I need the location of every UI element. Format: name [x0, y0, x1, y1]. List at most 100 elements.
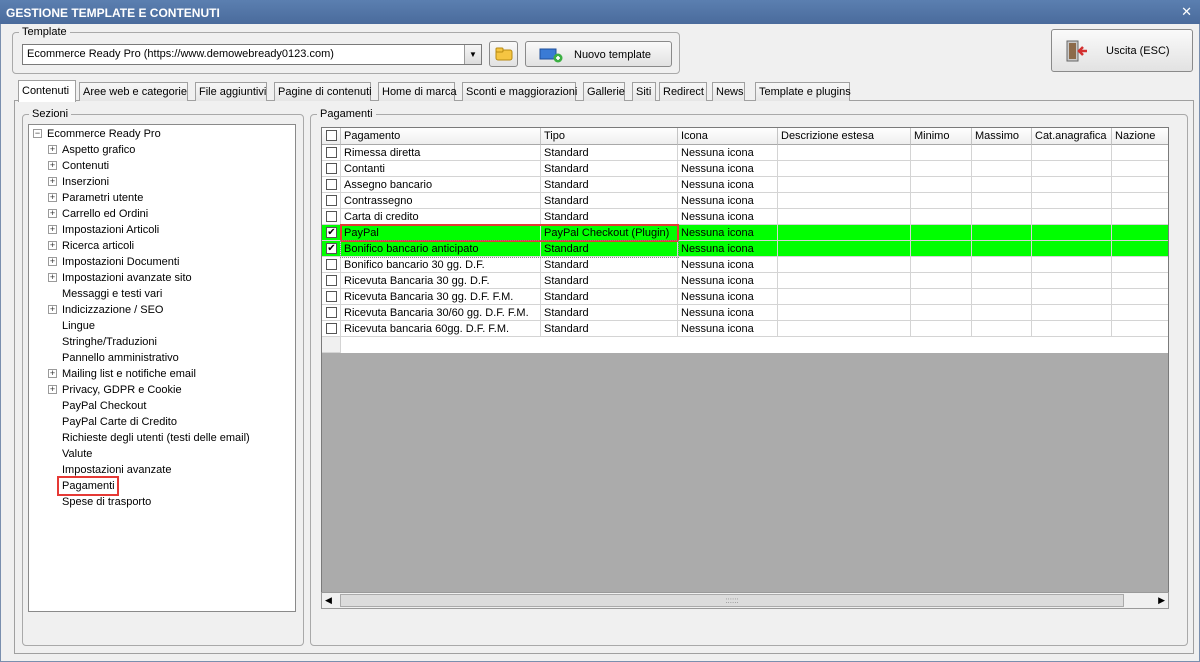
chevron-down-icon[interactable]: ▼ — [464, 45, 481, 64]
table-row[interactable]: Ricevuta Bancaria 30 gg. D.F. Standard Nes… — [322, 273, 1168, 289]
exit-door-icon — [1066, 40, 1087, 62]
cell-type: Standard — [541, 289, 678, 305]
table-row[interactable]: Bonifico bancario 30 gg. D.F. Standard Nes… — [322, 257, 1168, 273]
tree-item-label: Richieste degli utenti (testi delle emai… — [62, 432, 250, 444]
cell-empty — [778, 193, 911, 209]
table-row[interactable]: Ricevuta Bancaria 30 gg. D.F. F.M. Standa… — [322, 289, 1168, 305]
expand-icon[interactable]: + — [48, 177, 57, 186]
table-row[interactable]: Carta di credito Standard Nessuna icona — [322, 209, 1168, 225]
column-header[interactable]: Descrizione estesa — [778, 128, 911, 145]
row-checkbox[interactable] — [326, 195, 337, 206]
checkbox-icon[interactable] — [326, 130, 337, 141]
cell-payment: Rimessa diretta — [341, 145, 541, 161]
cell-empty — [911, 273, 972, 289]
close-icon[interactable]: ✕ — [1181, 4, 1192, 20]
row-checkbox-cell[interactable] — [322, 321, 341, 337]
select-all-checkbox[interactable] — [322, 128, 341, 145]
expand-icon[interactable]: + — [48, 273, 57, 282]
row-checkbox-cell[interactable]: ✔ — [322, 241, 341, 257]
cell-empty — [911, 209, 972, 225]
tab-template-plugins[interactable]: Template e plugins — [755, 82, 851, 101]
tab-redirect[interactable]: Redirect — [659, 82, 707, 101]
table-row[interactable]: Ricevuta Bancaria 30/60 gg. D.F. F.M. Sta… — [322, 305, 1168, 321]
row-checkbox-cell[interactable] — [322, 289, 341, 305]
expand-icon[interactable]: + — [48, 305, 57, 314]
expand-icon[interactable]: + — [48, 225, 57, 234]
table-row[interactable]: Contrassegno Standard Nessuna icona — [322, 193, 1168, 209]
expand-icon[interactable]: + — [48, 241, 57, 250]
tab-file-aggiuntivi[interactable]: File aggiuntivi — [195, 82, 267, 101]
cell-type: Standard — [541, 161, 678, 177]
row-checkbox[interactable] — [326, 259, 337, 270]
cell-icon: Nessuna icona — [678, 289, 778, 305]
cell-empty — [972, 289, 1032, 305]
tab-aree-web[interactable]: Aree web e categorie — [79, 82, 188, 101]
column-header[interactable]: Icona — [678, 128, 778, 145]
row-checkbox[interactable] — [326, 179, 337, 190]
exit-button[interactable]: Uscita (ESC) — [1051, 29, 1193, 72]
row-checkbox[interactable] — [326, 291, 337, 302]
cell-empty — [778, 209, 911, 225]
row-checkbox[interactable] — [326, 147, 337, 158]
tab-contenuti[interactable]: Contenuti — [18, 80, 76, 102]
row-checkbox-cell[interactable]: ✔ — [322, 225, 341, 241]
tab-gallerie[interactable]: Gallerie — [583, 82, 625, 101]
row-checkbox-cell[interactable] — [322, 257, 341, 273]
tab-siti[interactable]: Siti — [632, 82, 656, 101]
tree-item-label: Impostazioni Articoli — [62, 224, 160, 236]
column-header[interactable]: Tipo — [541, 128, 678, 145]
table-row[interactable]: Contanti Standard Nessuna icona — [322, 161, 1168, 177]
cell-type: Standard — [541, 145, 678, 161]
tree-item-label: Ricerca articoli — [62, 240, 135, 252]
cell-empty — [1032, 305, 1112, 321]
cell-empty — [1112, 289, 1168, 305]
column-header[interactable]: Cat.anagrafica — [1032, 128, 1112, 145]
tab-home-di-marca[interactable]: Home di marca — [378, 82, 457, 101]
tab-news[interactable]: News — [712, 82, 745, 101]
new-template-button[interactable]: Nuovo template — [525, 41, 672, 67]
table-row[interactable]: Ricevuta bancaria 60gg. D.F. F.M. Standar… — [322, 321, 1168, 337]
horizontal-scrollbar[interactable]: ◀ :::::: ▶ — [321, 592, 1169, 609]
row-checkbox-cell[interactable] — [322, 305, 341, 321]
table-row[interactable]: Rimessa diretta Standard Nessuna icona — [322, 145, 1168, 161]
column-header[interactable]: Massimo — [972, 128, 1032, 145]
expand-icon[interactable]: + — [48, 369, 57, 378]
expand-icon[interactable]: + — [48, 209, 57, 218]
table-row[interactable]: Assegno bancario Standard Nessuna icona — [322, 177, 1168, 193]
cell-empty — [1032, 241, 1112, 257]
scroll-thumb[interactable]: :::::: — [340, 594, 1124, 607]
expand-icon[interactable]: + — [48, 193, 57, 202]
tab-sconti[interactable]: Sconti e maggiorazioni — [462, 82, 577, 101]
tab-pagine-contenuti[interactable]: Pagine di contenuti — [274, 82, 372, 101]
template-select[interactable]: Ecommerce Ready Pro (https://www.demoweb… — [22, 44, 482, 65]
cell-icon: Nessuna icona — [678, 193, 778, 209]
expand-icon[interactable]: + — [48, 385, 57, 394]
new-row[interactable] — [322, 337, 1168, 353]
row-checkbox[interactable] — [326, 275, 337, 286]
row-checkbox[interactable] — [326, 307, 337, 318]
row-checkbox-cell[interactable] — [322, 177, 341, 193]
scroll-left-icon[interactable]: ◀ — [325, 595, 332, 606]
collapse-icon[interactable]: − — [33, 129, 42, 138]
row-checkbox[interactable]: ✔ — [326, 243, 337, 254]
row-checkbox[interactable] — [326, 211, 337, 222]
row-checkbox-cell[interactable] — [322, 145, 341, 161]
column-header[interactable]: Minimo — [911, 128, 972, 145]
open-folder-button[interactable] — [489, 41, 518, 67]
row-checkbox[interactable]: ✔ — [326, 227, 337, 238]
expand-icon[interactable]: + — [48, 257, 57, 266]
row-checkbox-cell[interactable] — [322, 273, 341, 289]
scroll-right-icon[interactable]: ▶ — [1158, 595, 1165, 606]
expand-icon[interactable]: + — [48, 161, 57, 170]
expand-icon[interactable]: + — [48, 145, 57, 154]
column-header[interactable]: Nazione — [1112, 128, 1168, 145]
row-checkbox[interactable] — [326, 323, 337, 334]
row-checkbox[interactable] — [326, 163, 337, 174]
column-header[interactable]: Pagamento — [341, 128, 541, 145]
cell-empty — [911, 225, 972, 241]
cell-empty — [778, 177, 911, 193]
new-row-indicator[interactable] — [322, 337, 341, 353]
row-checkbox-cell[interactable] — [322, 193, 341, 209]
row-checkbox-cell[interactable] — [322, 209, 341, 225]
row-checkbox-cell[interactable] — [322, 161, 341, 177]
